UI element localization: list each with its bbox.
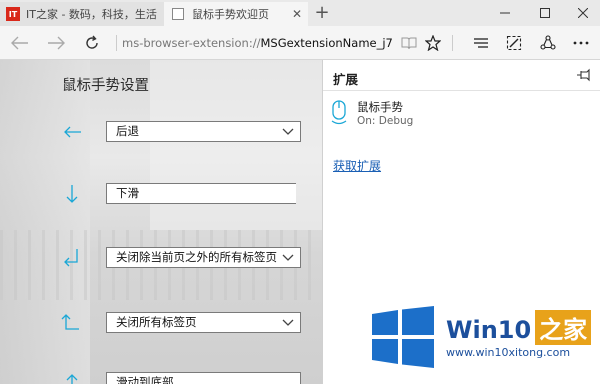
close-icon <box>578 8 588 18</box>
tab-label: 鼠标手势欢迎页 <box>192 8 269 21</box>
back-arrow-icon <box>11 36 28 50</box>
star-icon <box>425 35 441 51</box>
gesture-row-down: 下滑 <box>0 181 322 207</box>
watermark-url: www.win10xitong.com <box>446 346 571 359</box>
address-bar[interactable]: ms-browser-extension://MSGextensionName_… <box>122 34 392 52</box>
address-path: MSGextensionName_j76ea4dfmytt <box>260 36 392 50</box>
gesture-action-select[interactable]: 关闭所有标签页 <box>106 312 301 333</box>
up-arrow-icon <box>66 374 78 384</box>
address-separator <box>116 35 117 51</box>
extensions-pane-title: 扩展 <box>333 72 359 87</box>
gesture-action-value: 关闭除当前页之外的所有标签页 <box>116 250 277 264</box>
gesture-row-left: 后退 <box>0 119 322 145</box>
windows-logo-icon <box>372 306 434 368</box>
up-right-arrow-icon <box>61 314 79 330</box>
chevron-down-icon <box>282 128 294 135</box>
gesture-action-value: 下滑 <box>116 186 139 200</box>
tab-ithome[interactable]: IT IT之家 - 数码，科技，生活 <box>0 2 164 26</box>
more-button[interactable] <box>570 32 592 54</box>
gesture-action-value: 后退 <box>116 124 139 138</box>
share-button[interactable] <box>537 32 559 54</box>
refresh-button[interactable] <box>80 31 104 55</box>
page-title: 鼠标手势设置 <box>62 78 149 94</box>
refresh-icon <box>86 35 98 49</box>
watermark-brand-name: Win10 <box>446 316 532 344</box>
web-note-button[interactable] <box>503 32 525 54</box>
address-prefix: ms-browser-extension:// <box>122 36 261 50</box>
navigation-bar: ms-browser-extension://MSGextensionName_… <box>0 26 600 60</box>
close-tab-icon[interactable]: ✕ <box>290 7 304 21</box>
favorite-button[interactable] <box>422 32 444 54</box>
extension-item-mouse-gestures[interactable]: 鼠标手势 On: Debug <box>331 98 591 134</box>
maximize-button[interactable] <box>530 2 560 24</box>
web-note-icon <box>506 35 522 51</box>
gesture-action-select[interactable]: 下滑 <box>106 183 296 204</box>
extension-name: 鼠标手势 <box>357 100 403 114</box>
tab-label: IT之家 - 数码，科技，生活 <box>26 8 157 21</box>
reading-view-button[interactable] <box>398 32 420 54</box>
title-bar: IT IT之家 - 数码，科技，生活 鼠标手势欢迎页 ✕ + <box>0 0 600 26</box>
forward-button[interactable] <box>44 31 68 55</box>
tab-gesture-welcome[interactable]: 鼠标手势欢迎页 ✕ <box>164 2 308 26</box>
gesture-action-value: 滑动到底部 <box>116 375 174 384</box>
hub-button[interactable] <box>470 32 492 54</box>
win10-watermark: Win10 之家 www.win10xitong.com <box>364 296 600 384</box>
get-extensions-link[interactable]: 获取扩展 <box>333 157 381 174</box>
close-window-button[interactable] <box>568 2 598 24</box>
gesture-action-select[interactable]: 关闭除当前页之外的所有标签页 <box>106 247 301 268</box>
mouse-icon <box>331 100 347 125</box>
chevron-down-icon <box>282 319 294 326</box>
back-button[interactable] <box>8 31 32 55</box>
gesture-row-down-left: 关闭除当前页之外的所有标签页 <box>0 245 322 271</box>
left-arrow-icon <box>64 126 81 138</box>
gesture-row-up-right: 关闭所有标签页 <box>0 310 322 336</box>
down-left-arrow-icon <box>64 249 78 267</box>
book-icon <box>401 37 417 50</box>
forward-arrow-icon <box>48 36 65 50</box>
more-dots-icon <box>573 41 589 45</box>
gesture-action-value: 关闭所有标签页 <box>116 315 197 329</box>
maximize-icon <box>540 8 550 18</box>
down-arrow-icon <box>66 185 78 203</box>
share-icon <box>540 35 556 50</box>
toolbar-separator <box>452 35 453 51</box>
extension-status: On: Debug <box>357 115 414 127</box>
hub-icon <box>474 38 488 48</box>
new-tab-button[interactable]: + <box>312 4 332 24</box>
chevron-down-icon <box>282 254 294 261</box>
minimize-icon <box>500 12 510 14</box>
pin-icon[interactable] <box>576 68 592 82</box>
watermark-brand-suffix: 之家 <box>535 310 592 345</box>
gesture-action-select[interactable]: 后退 <box>106 121 301 142</box>
divider <box>323 90 600 91</box>
watermark-brand: Win10 之家 <box>446 310 592 345</box>
gesture-settings-page: 鼠标手势设置 后退 下滑 关闭除当前页之外的所有标签页 关闭所有标签页 滑动到底… <box>0 60 322 384</box>
gesture-row-up: 滑动到底部 <box>0 370 322 384</box>
minimize-button[interactable] <box>490 2 520 24</box>
gesture-action-select[interactable]: 滑动到底部 <box>106 372 301 384</box>
ithome-favicon-icon: IT <box>6 7 20 21</box>
page-favicon-icon <box>172 8 184 20</box>
